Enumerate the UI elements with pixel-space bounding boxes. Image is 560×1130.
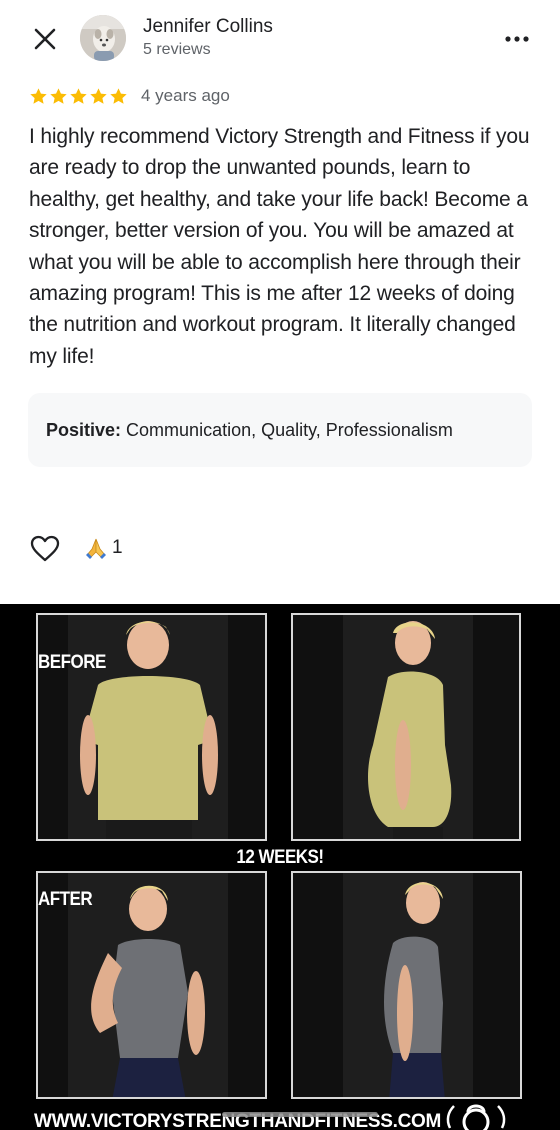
reviewer-review-count: 5 reviews [143,41,211,58]
folded-hands-icon [86,538,106,559]
weeks-label: 12 WEEKS! [236,845,324,868]
review-header: Jennifer Collins 5 reviews [0,0,560,80]
scroll-handle[interactable] [222,1112,378,1117]
reaction-summary[interactable]: 1 [84,537,123,559]
after-label: AFTER [38,887,93,910]
heart-outline-icon [30,535,60,561]
after-side-panel [291,871,522,1099]
highlights-label: Positive: [46,420,122,440]
review-highlights: Positive: Communication, Quality, Profes… [28,393,532,467]
before-label: BEFORE [38,650,106,673]
close-icon [34,28,56,50]
reaction-count: 1 [112,537,123,558]
reviewer-avatar[interactable] [80,15,126,61]
star-icon [110,87,127,104]
review-photo[interactable]: BEFORE 12 WEEKS! AFTER WWW.VICTORYSTRENG… [0,604,560,1130]
reviewer-name[interactable]: Jennifer Collins [143,16,273,38]
rating-row: 4 years ago [29,85,230,107]
close-button[interactable] [28,22,62,56]
before-front-panel [36,613,267,841]
star-icon [50,87,67,104]
before-side-panel [291,613,521,841]
review-text: I highly recommend Victory Strength and … [29,125,530,368]
like-button[interactable] [28,531,62,565]
review-date: 4 years ago [141,86,230,105]
star-rating [29,87,128,106]
highlights-values: Communication, Quality, Professionalism [126,420,453,440]
review-actions: 1 [28,531,123,565]
star-icon [90,87,107,104]
star-icon [30,87,47,104]
star-icon [70,87,87,104]
more-options-button[interactable] [502,26,532,52]
kettlebell-logo-icon [446,1104,506,1130]
more-horizontal-icon [505,36,529,42]
